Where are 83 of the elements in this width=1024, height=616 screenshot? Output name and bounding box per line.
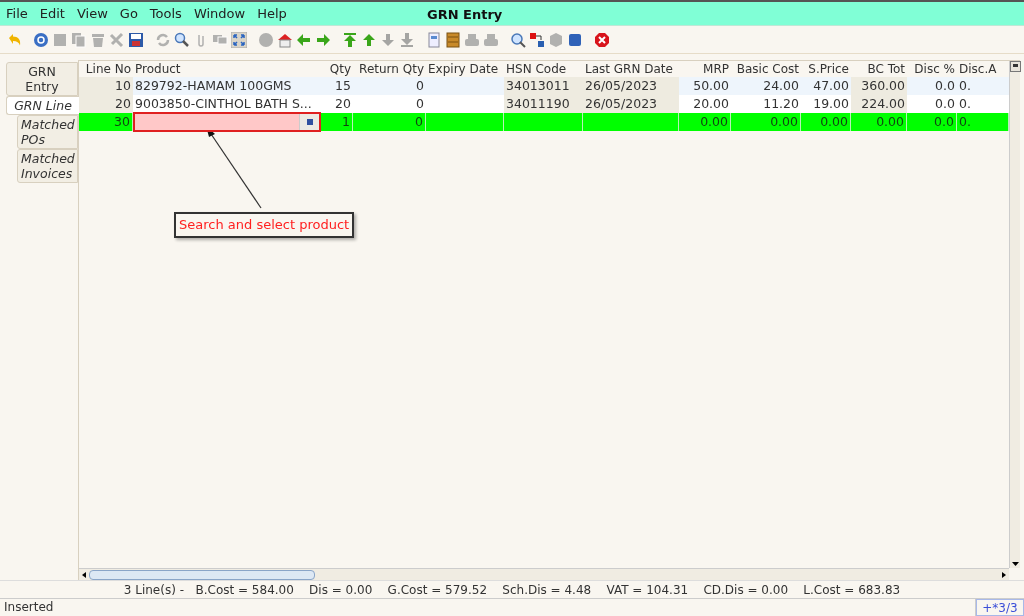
column-header[interactable]: MRP (679, 61, 731, 77)
table-cell: 34013011 (504, 77, 583, 95)
column-header[interactable]: Disc.A (957, 61, 1009, 77)
menu-item[interactable]: Edit (39, 3, 65, 24)
table-cell: 0.0 (907, 77, 957, 95)
record-indicator: +*3/3 (976, 599, 1024, 616)
window-title: GRN Entry (427, 6, 503, 24)
column-header[interactable]: Product (133, 61, 321, 77)
column-header[interactable]: Basic Cost (731, 61, 801, 77)
table-cell: 15 (321, 77, 353, 95)
column-header[interactable]: Return Qty (353, 61, 426, 77)
column-header[interactable]: Line No (79, 61, 133, 77)
callout-label: Search and select product (174, 212, 355, 238)
column-header[interactable]: Last GRN Date (583, 61, 679, 77)
table-cell: 50.00 (679, 77, 731, 95)
table-cell: 34011190 (504, 95, 583, 113)
save-icon[interactable] (128, 31, 144, 48)
table-cell: 0.0 (907, 113, 957, 131)
tab[interactable]: Matched POs (17, 115, 78, 149)
table-cell: 20 (321, 95, 353, 113)
table-cell: 20 (79, 95, 133, 113)
horizontal-scrollbar[interactable] (79, 568, 1009, 580)
table-cell: 26/05/2023 (583, 77, 679, 95)
column-header[interactable]: S.Price (801, 61, 851, 77)
table-row[interactable]: 10 829792-HAMAM 100GMS 15 0 34013011 26/05/2023 50.00 24.00 47.00 360.00 0.0 0. (79, 77, 1009, 95)
table-cell: 0.00 (801, 113, 851, 131)
table-cell: 0.0 (907, 95, 957, 113)
table-cell: 24.00 (731, 77, 801, 95)
table-row[interactable]: 30 1 0 0.00 0.00 0.00 0.00 0.0 0. (79, 113, 1009, 131)
fullscreen-icon[interactable] (231, 31, 247, 48)
menu-item[interactable]: Tools (149, 3, 182, 24)
table-cell: 0.00 (679, 113, 731, 131)
table-cell: 9003850-CINTHOL BATH S... (133, 95, 321, 113)
table-cell: 829792-HAMAM 100GMS (133, 77, 321, 95)
column-chooser-icon[interactable] (1010, 61, 1021, 72)
status-message: Inserted (0, 599, 976, 616)
search-icon[interactable] (174, 31, 190, 48)
lookup-button[interactable] (299, 113, 319, 130)
table-cell: 0. (957, 77, 1009, 95)
table-cell: 224.00 (851, 95, 907, 113)
table-cell: 11.20 (731, 95, 801, 113)
table-cell: 10 (79, 77, 133, 95)
top-arrow-icon[interactable] (342, 31, 358, 48)
document-icon[interactable] (426, 31, 442, 48)
menu-item[interactable]: File (6, 3, 28, 24)
table-cell: 1 (321, 113, 353, 131)
totals-summary: 3 Line(s) - B.Cost = 584.00 Dis = 0.00 G.Cost = 579.52 Sch.Dis = 4.48 VAT = 104.31 CD.Dis = 0.00 L.Cost = 683.83 (0, 580, 1024, 598)
table-cell: 0 (353, 95, 426, 113)
zoom-icon[interactable] (510, 31, 526, 48)
table-cell: 0.00 (851, 113, 907, 131)
table-cell: 20.00 (679, 95, 731, 113)
table-cell: 0. (957, 95, 1009, 113)
table-cell: 47.00 (801, 77, 851, 95)
right-arrow-icon[interactable] (315, 31, 331, 48)
menu-item[interactable]: View (76, 3, 108, 24)
table-cell: 360.00 (851, 77, 907, 95)
table-cell: 0 (353, 113, 426, 131)
column-header[interactable]: BC Tot (851, 61, 907, 77)
table-cell: 26/05/2023 (583, 95, 679, 113)
tab[interactable]: GRN Entry (6, 62, 78, 96)
home-icon[interactable] (277, 31, 293, 48)
scrollbar-thumb[interactable] (89, 569, 315, 580)
cabinet-icon[interactable] (445, 31, 461, 48)
square-icon (306, 118, 313, 125)
vertical-scrollbar[interactable] (1009, 61, 1020, 568)
up-arrow-icon[interactable] (361, 31, 377, 48)
tab[interactable]: Matched Invoices (17, 149, 78, 183)
transfer-icon[interactable] (529, 31, 545, 48)
tab[interactable]: GRN Line (6, 96, 79, 115)
table-cell: 0 (353, 77, 426, 95)
menu-item[interactable]: Go (119, 3, 138, 24)
column-header[interactable]: Qty (321, 61, 353, 77)
table-cell: 19.00 (801, 95, 851, 113)
menu-item[interactable]: Window (193, 3, 246, 24)
scroll-down-icon[interactable] (1010, 559, 1021, 568)
table-row[interactable]: 20 9003850-CINTHOL BATH S... 20 0 34011190 26/05/2023 20.00 11.20 19.00 224.00 0.0 0. (79, 95, 1009, 113)
menu-item[interactable]: Help (257, 3, 287, 24)
column-header[interactable]: HSN Code (504, 61, 583, 77)
column-header[interactable]: Expiry Date (426, 61, 504, 77)
column-header[interactable]: Disc % (907, 61, 957, 77)
product-search-field[interactable] (133, 111, 321, 132)
close-icon[interactable] (594, 31, 610, 48)
table-cell: 0.00 (731, 113, 801, 131)
